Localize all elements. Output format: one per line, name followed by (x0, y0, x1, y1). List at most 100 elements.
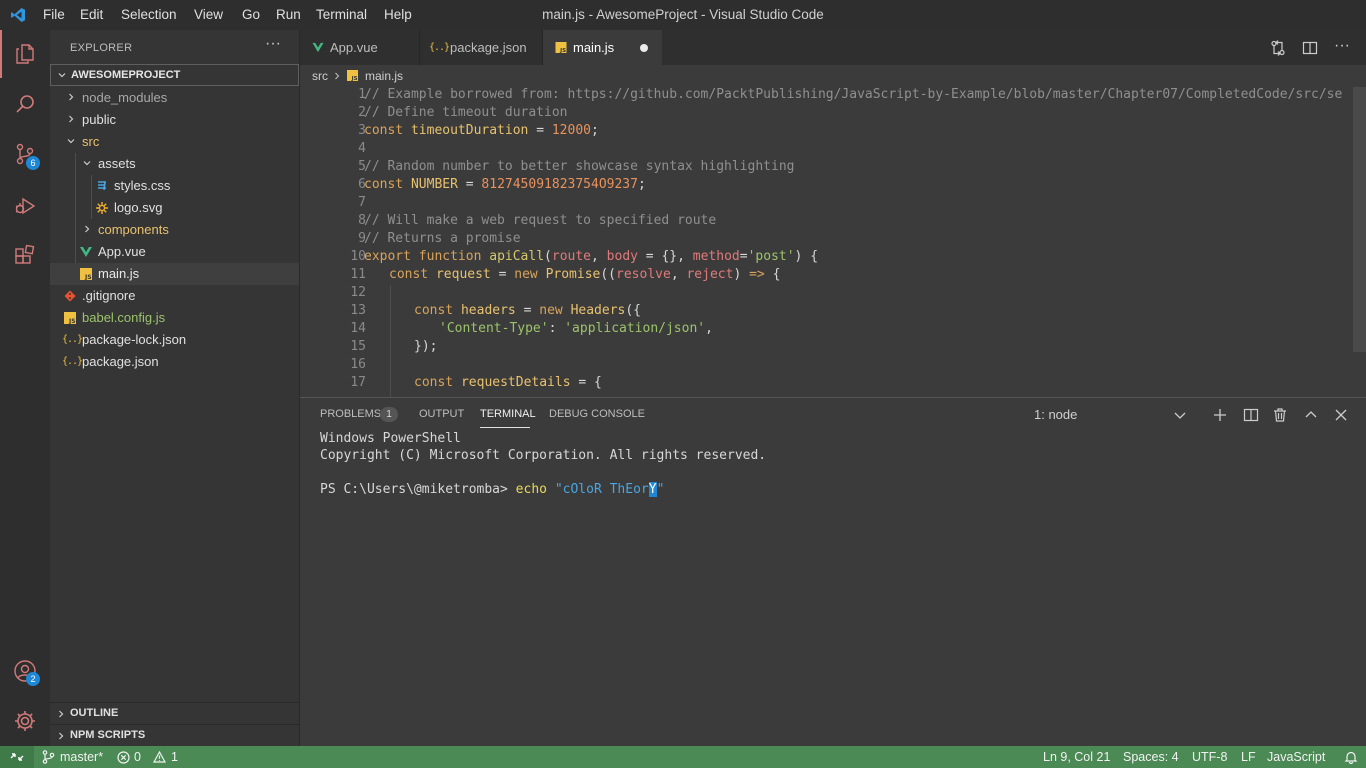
problems-count-badge: 1 (380, 407, 398, 422)
tree-item-package-lock[interactable]: {..} package-lock.json (50, 329, 299, 351)
code-editor[interactable]: 1 2 3 4 5 6 7 8 9 10 11 12 13 14 15 16 1… (300, 87, 1366, 397)
menu-edit[interactable]: Edit (80, 7, 103, 22)
notifications-bell-icon[interactable] (1344, 750, 1358, 764)
breadcrumb-item[interactable]: main.js (365, 69, 403, 83)
open-changes-icon[interactable] (1270, 40, 1286, 56)
menu-selection[interactable]: Selection (121, 7, 177, 22)
tree-item-src[interactable]: src (50, 131, 299, 153)
line-number: 2 (358, 105, 366, 120)
git-branch[interactable]: master* (60, 750, 103, 764)
line-number: 9 (358, 231, 366, 246)
tree-item-label: public (82, 112, 116, 127)
tree-item-assets[interactable]: assets (50, 153, 299, 175)
more-actions-button[interactable]: ··· (265, 35, 281, 53)
tree-item-babel-config[interactable]: JS babel.config.js (50, 307, 299, 329)
outline-section[interactable]: OUTLINE (50, 702, 299, 725)
js-file-icon: JS (64, 312, 76, 324)
tree-item-styles-css[interactable]: styles.css (50, 175, 299, 197)
trash-icon[interactable] (1272, 407, 1288, 423)
menu-file[interactable]: File (43, 7, 65, 22)
tree-item-public[interactable]: public (50, 109, 299, 131)
tree-item-label: babel.config.js (82, 310, 166, 325)
menu-go[interactable]: Go (242, 7, 260, 22)
encoding[interactable]: UTF-8 (1192, 750, 1227, 764)
line-number: 13 (350, 303, 366, 318)
tab-output[interactable]: OUTPUT (419, 408, 464, 420)
terminal-input-line[interactable]: PS C:\Users\@miketromba> echo "cOloR ThE… (320, 482, 664, 497)
split-terminal-icon[interactable] (1243, 407, 1259, 423)
warning-count[interactable]: 1 (171, 750, 178, 764)
language-mode[interactable]: JavaScript (1267, 750, 1325, 764)
tab-label: main.js (573, 40, 615, 55)
menu-help[interactable]: Help (384, 7, 412, 22)
tab-debug-console[interactable]: DEBUG CONSOLE (549, 408, 645, 420)
svg-text:JS: JS (68, 318, 76, 324)
code-line: // Random number to better showcase synt… (364, 159, 795, 174)
run-debug-icon[interactable] (13, 194, 37, 218)
tree-item-logo-svg[interactable]: logo.svg (50, 197, 299, 219)
status-bar: master* 0 1 Ln 9, Col 21 Spaces: 4 UTF-8… (0, 746, 1366, 768)
menu-view[interactable]: View (194, 7, 223, 22)
remote-button[interactable] (0, 746, 34, 768)
code-line: // Define timeout duration (364, 105, 568, 120)
js-icon: JS (347, 70, 358, 81)
code-line: 'Content-Type': 'application/json', (439, 321, 713, 336)
error-icon[interactable] (117, 751, 130, 764)
code-line: const request = new Promise((resolve, re… (389, 267, 781, 282)
tab-app-vue[interactable]: App.vue (300, 30, 420, 65)
tree-item-package-json[interactable]: {..} package.json (50, 351, 299, 373)
chevron-up-icon[interactable] (1303, 407, 1319, 423)
tree-item-label: node_modules (82, 90, 168, 105)
tab-package-json[interactable]: {..} package.json (420, 30, 543, 65)
warning-icon[interactable] (153, 751, 166, 763)
tree-item-label: styles.css (114, 178, 171, 193)
unsaved-dot-icon[interactable] (640, 44, 648, 52)
json-file-icon: {..} (62, 334, 83, 345)
line-number: 17 (350, 375, 366, 390)
git-file-icon (64, 290, 76, 302)
svg-file-icon (96, 202, 108, 214)
extensions-icon[interactable] (13, 244, 37, 268)
end-of-line[interactable]: LF (1241, 750, 1256, 764)
tree-item-label: components (98, 222, 169, 237)
chevron-right-icon (335, 72, 340, 80)
tab-terminal[interactable]: TERMINAL (480, 408, 536, 420)
active-view-indicator (0, 30, 2, 78)
terminal-select[interactable]: 1: node (1034, 407, 1077, 422)
tree-item-node-modules[interactable]: node_modules (50, 87, 299, 109)
tab-problems[interactable]: PROBLEMS (320, 408, 381, 420)
code-line: export function apiCall(route, body = {}… (364, 249, 819, 264)
line-number: 15 (350, 339, 366, 354)
tree-item-components[interactable]: components (50, 219, 299, 241)
line-number: 16 (350, 357, 366, 372)
tree-item-gitignore[interactable]: .gitignore (50, 285, 299, 307)
gear-icon[interactable] (13, 709, 37, 733)
explorer-icon[interactable] (13, 42, 37, 66)
tree-item-main-js[interactable]: JS main.js (50, 263, 299, 285)
project-folder-header[interactable]: AWESOMEPROJECT (50, 64, 299, 86)
close-icon[interactable] (1333, 407, 1349, 423)
menu-terminal[interactable]: Terminal (316, 7, 367, 22)
more-actions-icon[interactable]: ··· (1334, 37, 1350, 55)
json-icon: {..} (429, 42, 450, 53)
npm-scripts-section[interactable]: NPM SCRIPTS (50, 724, 299, 747)
menu-run[interactable]: Run (276, 7, 301, 22)
split-editor-icon[interactable] (1302, 40, 1318, 56)
tab-main-js[interactable]: JS main.js (543, 30, 662, 65)
accounts-badge: 2 (26, 672, 40, 686)
cursor-position[interactable]: Ln 9, Col 21 (1043, 750, 1110, 764)
plus-icon[interactable] (1212, 407, 1228, 423)
chevron-right-icon (59, 732, 64, 740)
tree-item-label: App.vue (98, 244, 146, 259)
line-number: 5 (358, 159, 366, 174)
error-count[interactable]: 0 (134, 750, 141, 764)
tree-item-label: src (82, 134, 100, 149)
line-number: 1 (358, 87, 366, 102)
chevron-down-icon[interactable] (1172, 407, 1188, 423)
indentation[interactable]: Spaces: 4 (1123, 750, 1179, 764)
tree-item-app-vue[interactable]: App.vue (50, 241, 299, 263)
breadcrumb-item[interactable]: src (312, 69, 328, 83)
search-icon[interactable] (13, 92, 37, 116)
editor-scrollbar[interactable] (1353, 87, 1366, 352)
tab-label: package.json (450, 40, 527, 55)
